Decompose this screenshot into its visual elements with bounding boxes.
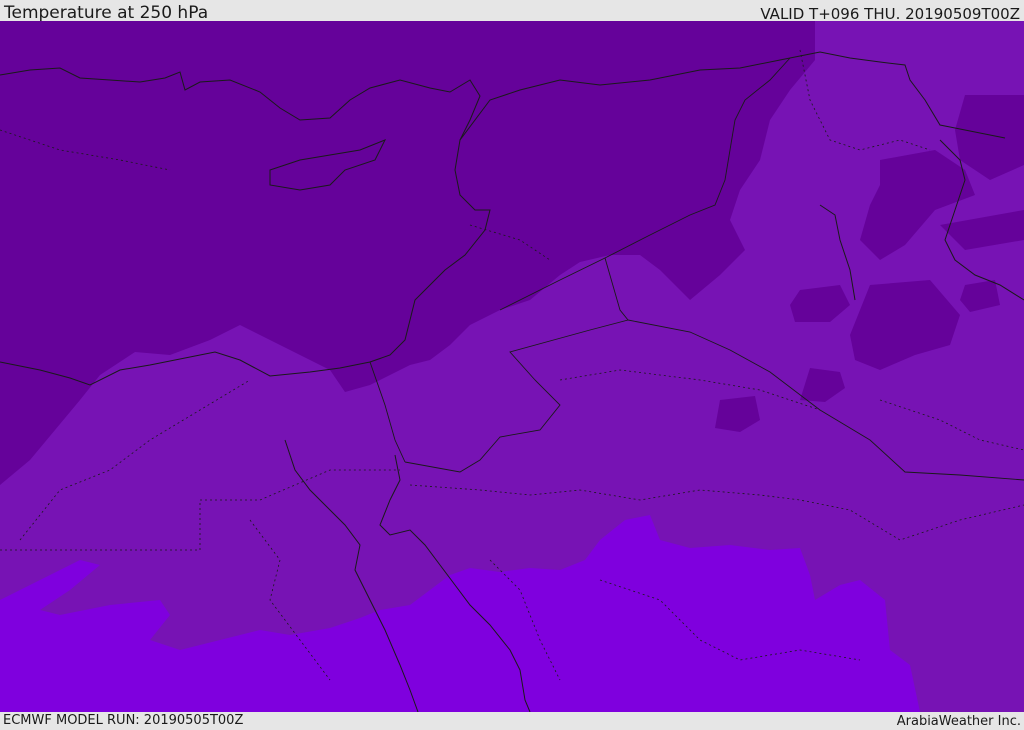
map-title: Temperature at 250 hPa xyxy=(4,3,209,23)
credit: ArabiaWeather Inc. xyxy=(896,714,1021,729)
temperature-map xyxy=(0,21,1024,712)
bottom-bar: ECMWF MODEL RUN: 20190505T00Z ArabiaWeat… xyxy=(0,712,1024,729)
top-bar: Temperature at 250 hPa VALID T+096 THU. … xyxy=(0,0,1024,23)
model-run: ECMWF MODEL RUN: 20190505T00Z xyxy=(3,713,244,728)
map-canvas xyxy=(0,21,1024,712)
